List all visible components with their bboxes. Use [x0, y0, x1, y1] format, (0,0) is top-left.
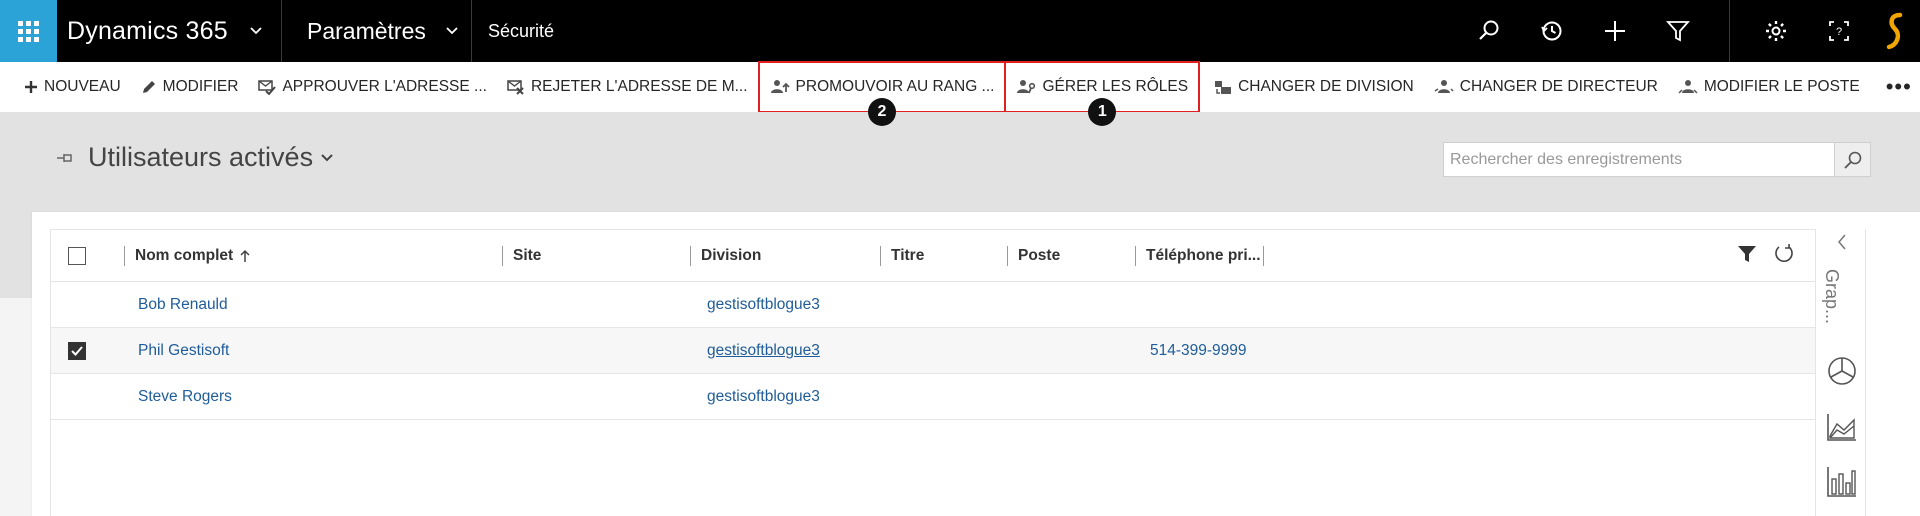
bar-chart-icon[interactable]: [1818, 465, 1866, 499]
view-title: Utilisateurs activés: [88, 142, 314, 172]
history-icon[interactable]: [1520, 0, 1583, 62]
area-chart-icon[interactable]: [1818, 411, 1866, 443]
grid-header: Nom complet Site Division Titre Poste Té…: [51, 230, 1815, 282]
table-row[interactable]: Phil Gestisoft gestisoftblogue3 514-399-…: [51, 328, 1815, 374]
app-name: Dynamics 365: [67, 16, 228, 45]
waffle-icon[interactable]: [0, 0, 57, 62]
reject-email-button[interactable]: REJETER L'ADRESSE DE M...: [497, 62, 758, 112]
change-manager-button[interactable]: CHANGER DE DIRECTEUR: [1424, 62, 1668, 112]
new-button[interactable]: NOUVEAU: [14, 62, 131, 112]
column-header-division[interactable]: Division: [690, 230, 761, 282]
plus-icon[interactable]: [1583, 0, 1646, 62]
change-position-button[interactable]: MODIFIER LE POSTE: [1668, 62, 1870, 112]
mail-check-icon: [258, 79, 277, 95]
records-grid: Nom complet Site Division Titre Poste Té…: [50, 229, 1816, 516]
division-link[interactable]: gestisoftblogue3: [707, 328, 820, 374]
chart-pane-label: Grap...: [1822, 269, 1842, 325]
filter-icon[interactable]: [1737, 245, 1757, 268]
phone-link[interactable]: 514-399-9999: [1150, 328, 1247, 374]
table-row[interactable]: Steve Rogers gestisoftblogue3: [51, 374, 1815, 420]
app-switcher[interactable]: Dynamics 365: [57, 0, 282, 62]
view-selector[interactable]: Utilisateurs activés: [56, 142, 333, 173]
division-link[interactable]: gestisoftblogue3: [707, 282, 820, 328]
column-header-site[interactable]: Site: [502, 230, 541, 282]
step-badge-1: 1: [1088, 98, 1117, 126]
user-key-icon: [1016, 79, 1036, 95]
sort-ascending-icon: [239, 249, 251, 263]
command-bar: NOUVEAU MODIFIER APPROUVER L'ADRESSE ...…: [0, 61, 1920, 126]
user-name-link[interactable]: Phil Gestisoft: [138, 328, 229, 374]
manage-roles-button[interactable]: GÉRER LES RÔLES 1: [1004, 61, 1201, 126]
column-header-title[interactable]: Titre: [880, 230, 924, 282]
refresh-icon[interactable]: [1773, 243, 1795, 270]
pin-icon[interactable]: [56, 151, 76, 165]
user-position-icon: [1678, 79, 1698, 95]
select-all-checkbox[interactable]: [68, 230, 86, 282]
search-icon[interactable]: [1457, 0, 1520, 62]
search-button[interactable]: [1834, 143, 1870, 176]
chevron-down-icon: [445, 23, 459, 39]
table-row[interactable]: Bob Renauld gestisoftblogue3: [51, 282, 1815, 328]
help-icon[interactable]: ?: [1807, 0, 1870, 62]
column-header-position[interactable]: Poste: [1007, 230, 1060, 282]
record-search: [1443, 142, 1871, 177]
chart-pane: Grap...: [1818, 229, 1866, 516]
user-up-icon: [770, 79, 790, 95]
area-switcher[interactable]: Paramètres: [282, 0, 472, 62]
gear-icon[interactable]: [1744, 0, 1807, 62]
mail-x-icon: [507, 79, 525, 95]
search-input[interactable]: [1444, 143, 1834, 176]
filter-icon[interactable]: [1646, 0, 1709, 62]
promote-button[interactable]: PROMOUVOIR AU RANG ... 2: [757, 61, 1007, 126]
approve-email-button[interactable]: APPROUVER L'ADRESSE ...: [248, 62, 497, 112]
user-name-link[interactable]: Bob Renauld: [138, 282, 228, 328]
svg-text:?: ?: [1835, 26, 1841, 38]
pencil-icon: [141, 79, 157, 95]
column-header-name[interactable]: Nom complet: [124, 230, 251, 282]
user-swap-icon: [1434, 79, 1454, 95]
plus-icon: [24, 80, 38, 94]
chevron-down-icon: [249, 23, 263, 39]
user-logo-icon[interactable]: [1870, 0, 1920, 62]
division-link[interactable]: gestisoftblogue3: [707, 374, 820, 420]
more-commands-button[interactable]: •••: [1870, 62, 1920, 112]
top-nav: Dynamics 365 Paramètres Sécurité ?: [0, 0, 1920, 62]
breadcrumb[interactable]: Sécurité: [472, 0, 554, 62]
step-badge-2: 2: [868, 98, 896, 126]
chevron-down-icon: [321, 150, 333, 165]
division-icon: [1214, 79, 1232, 95]
row-checkbox[interactable]: [68, 328, 86, 374]
area-name: Paramètres: [307, 17, 426, 44]
user-name-link[interactable]: Steve Rogers: [138, 374, 232, 420]
change-division-button[interactable]: CHANGER DE DIVISION: [1204, 62, 1424, 112]
edit-button[interactable]: MODIFIER: [131, 62, 249, 112]
pie-chart-icon[interactable]: [1818, 355, 1866, 387]
column-header-phone[interactable]: Téléphone pri...: [1135, 230, 1264, 282]
chevron-left-icon[interactable]: [1818, 233, 1866, 251]
